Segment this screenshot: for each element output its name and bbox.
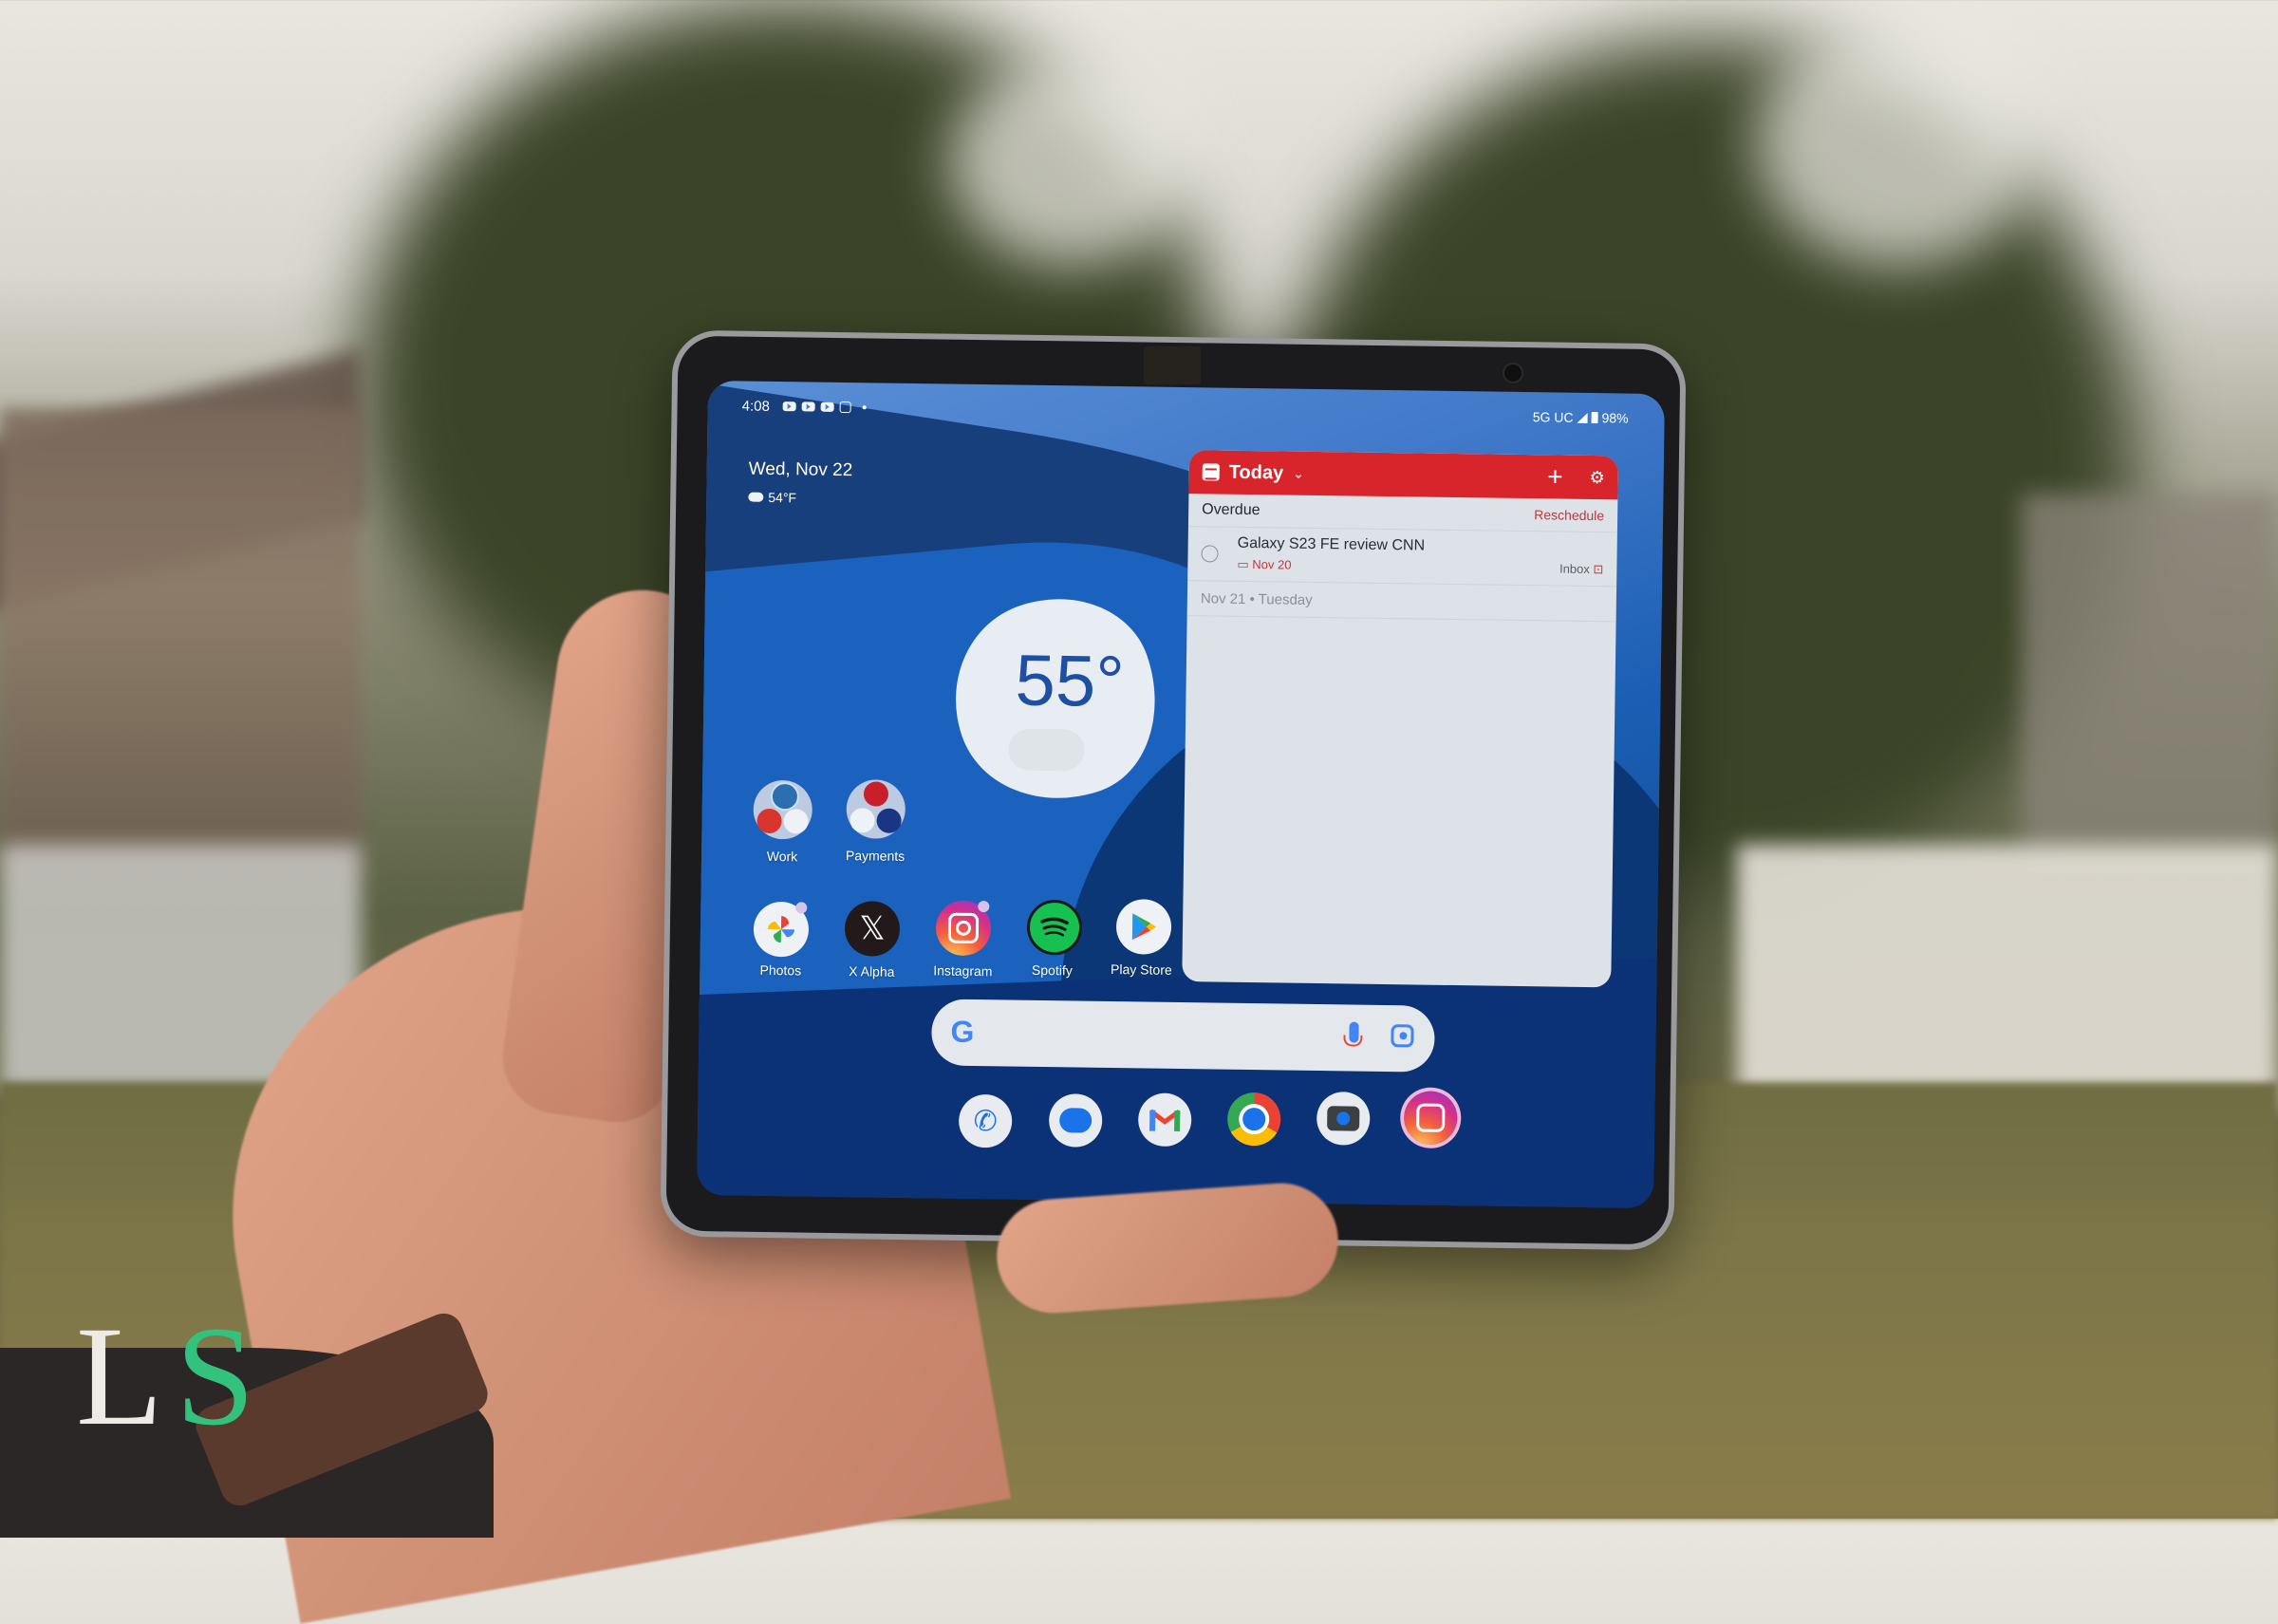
instagram-lens [955, 920, 972, 936]
day-section-header: Nov 21 • Tuesday [1186, 581, 1617, 623]
weather-widget-temp: 55° [1015, 640, 1126, 723]
folder-payments[interactable] [846, 779, 906, 839]
instagram-glyph [1416, 1103, 1446, 1132]
add-task-button[interactable]: + [1547, 461, 1563, 492]
todo-widget-header: Today ⌄ + ⚙ [1188, 450, 1619, 500]
hinge-top [1144, 346, 1201, 384]
network-label: 5G UC [1532, 409, 1574, 425]
lens-dot [1399, 1032, 1408, 1040]
youtube-icon [801, 401, 815, 412]
app-label: Play Store [1111, 961, 1172, 978]
notification-badge [795, 902, 808, 914]
fence-right [1737, 845, 2278, 1111]
todoist-icon [756, 808, 782, 834]
app-label: X Alpha [849, 963, 895, 980]
task-project: Inbox ⊡ [1559, 562, 1604, 578]
task-due-date: ▭ Nov 20 [1237, 557, 1291, 573]
calendar-icon: ▭ [1237, 556, 1253, 572]
folder-label: Work [766, 848, 798, 865]
watermark-logo: L S [76, 1305, 304, 1447]
house-right [2022, 494, 2278, 854]
inbox-icon: ⊡ [1593, 562, 1604, 577]
todoist-widget[interactable]: Today ⌄ + ⚙ Overdue Reschedule Galaxy S2… [1182, 450, 1619, 988]
wells-fargo-icon [863, 781, 889, 807]
wallpaper-wave [697, 954, 1665, 1208]
task-checkbox[interactable] [1201, 545, 1219, 563]
wordpress-icon [770, 781, 800, 812]
chevron-down-icon[interactable]: ⌄ [1293, 465, 1304, 481]
signal-icon [1577, 412, 1588, 423]
watermark-l: L [76, 1297, 163, 1455]
chrome-center [1239, 1103, 1270, 1135]
bokeh [1756, 19, 2041, 266]
notification-badge [978, 901, 990, 913]
task-row[interactable]: Galaxy S23 FE review CNN ▭ Nov 20 Inbox … [1187, 527, 1617, 588]
google-logo-icon: G [950, 1014, 975, 1049]
instagram-glyph [947, 912, 980, 944]
reschedule-button[interactable]: Reschedule [1534, 507, 1604, 523]
house-roof [0, 348, 361, 620]
phone-glyph: ✆ [973, 1105, 998, 1137]
youtube-icon [820, 401, 834, 412]
folder-work[interactable] [753, 779, 813, 840]
youtube-icon [782, 401, 796, 412]
status-time: 4:08 [741, 398, 770, 415]
phone-screen: 4:08 5G UC 98% Wed, Nov 22 54°F 55° Toda… [697, 381, 1665, 1208]
camera-lens [1336, 1111, 1351, 1126]
weather-temp-small: 54°F [768, 489, 797, 506]
partly-cloudy-icon [748, 492, 764, 502]
watermark-s: S [176, 1297, 255, 1455]
cloud-icon [1008, 728, 1085, 772]
camera-body [1327, 1106, 1360, 1131]
google-search-bar[interactable]: G [930, 999, 1435, 1073]
at-a-glance-weather[interactable]: 54°F [748, 489, 797, 506]
house-left [0, 408, 361, 883]
app-label: Photos [759, 961, 802, 979]
mic-stand [1343, 1035, 1363, 1047]
task-project-text: Inbox [1559, 561, 1590, 576]
messages-bubble [1059, 1108, 1092, 1133]
at-a-glance-date[interactable]: Wed, Nov 22 [749, 459, 853, 482]
task-title: Galaxy S23 FE review CNN [1237, 534, 1426, 554]
todo-filter-title[interactable]: Today [1229, 461, 1284, 484]
bokeh [949, 57, 1196, 266]
more-notifications-dot [862, 405, 867, 410]
overdue-label: Overdue [1202, 501, 1260, 519]
gear-icon[interactable]: ⚙ [1589, 467, 1604, 487]
task-due-text: Nov 20 [1252, 557, 1292, 572]
battery-percent: 98% [1601, 410, 1629, 426]
instagram-icon [839, 401, 851, 414]
battery-icon [1591, 412, 1598, 424]
hand-finger [993, 1179, 1342, 1317]
todoist-logo-icon [1202, 463, 1220, 481]
google-wallet-icon [850, 808, 875, 833]
folder-label: Payments [845, 848, 906, 864]
front-camera [1503, 363, 1523, 383]
